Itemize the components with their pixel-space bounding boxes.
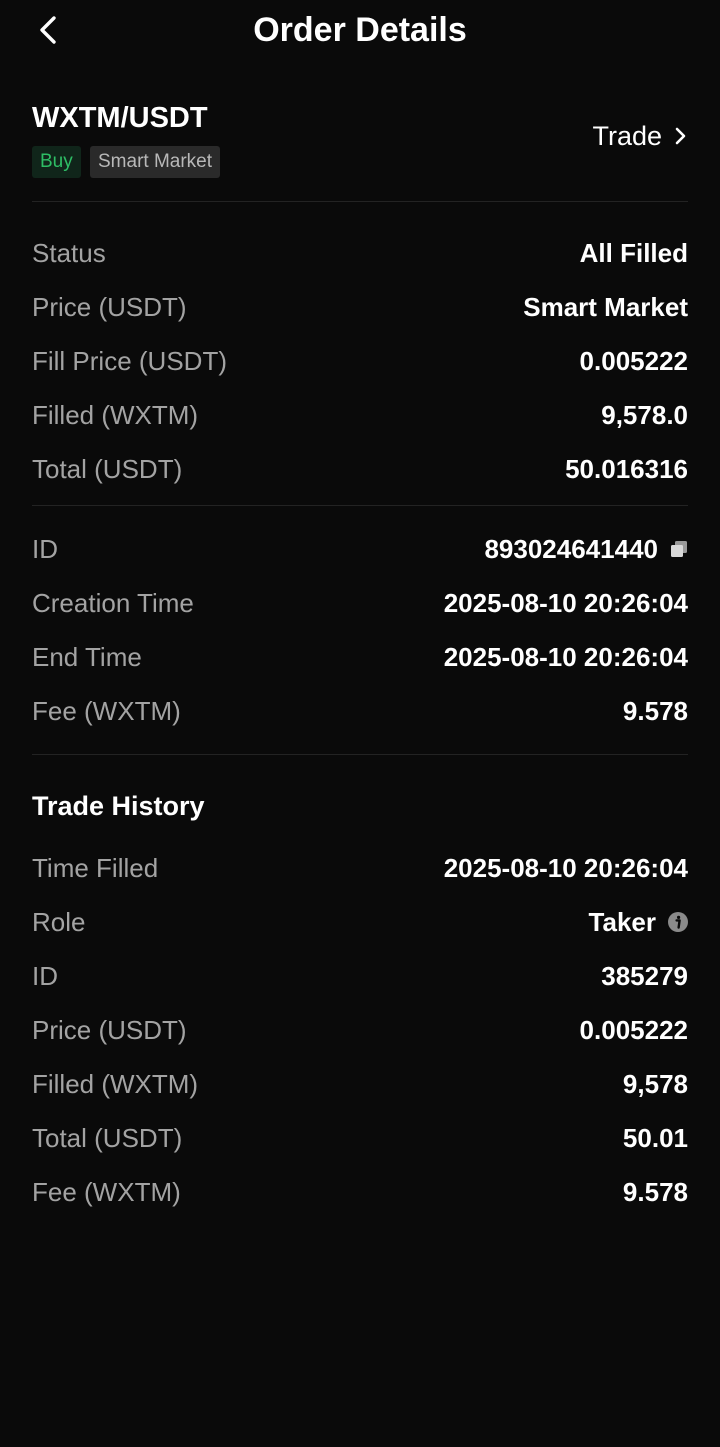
row-label: Time Filled [32,853,159,883]
row-label: Price (USDT) [32,292,187,322]
row-label: End Time [32,642,142,672]
info-icon[interactable] [668,912,688,932]
chevron-right-icon[interactable] [674,126,688,146]
row-label: Filled (WXTM) [32,1069,199,1099]
order-type-badge: Smart Market [90,146,221,178]
row-label: Total (USDT) [32,454,183,484]
trade-history-list: Time Filled 2025-08-10 20:26:04 Role Tak… [32,841,688,1219]
trade-link-label[interactable]: Trade [592,121,662,152]
summary-row-total: Total (USDT) 50.016316 [32,442,688,496]
row-value: 9,578.0 [601,400,688,430]
row-label: Price (USDT) [32,1015,187,1045]
summary-row-status: Status All Filled [32,226,688,280]
row-value: 9.578 [622,1177,688,1207]
info-row-id: ID 893024641440 [32,522,688,576]
row-value: 50.01 [622,1123,688,1153]
row-label: ID [32,961,58,991]
order-id-value: 893024641440 [484,534,658,564]
summary-row-fill-price: Fill Price (USDT) 0.005222 [32,334,688,388]
row-value: 9,578 [622,1069,688,1099]
row-label: Filled (WXTM) [32,400,199,430]
top-bar: Order Details [0,0,720,62]
row-label: Fee (WXTM) [32,696,181,726]
side-badge: Buy [32,146,81,178]
row-value: 0.005222 [579,1015,688,1045]
row-value: 0.005222 [579,346,688,376]
row-label: Total (USDT) [32,1123,183,1153]
trade-link[interactable]: Trade [592,118,688,154]
row-label: Fill Price (USDT) [32,346,227,376]
info-row-end-time: End Time 2025-08-10 20:26:04 [32,630,688,684]
page-title: Order Details [253,11,467,49]
row-value: 2025-08-10 20:26:04 [443,588,688,618]
order-summary: Status All Filled Price (USDT) Smart Mar… [32,226,688,506]
pair-header: WXTM/USDT Buy Smart Market Trade [32,96,688,202]
row-value: 893024641440 [484,533,688,565]
row-value: Smart Market [523,292,688,322]
history-row-fee: Fee (WXTM) 9.578 [32,1165,688,1219]
row-value: All Filled [579,238,688,268]
row-value: Taker [589,906,688,938]
history-row-role: Role Taker [32,895,688,949]
history-row-total: Total (USDT) 50.01 [32,1111,688,1165]
trade-history-title: Trade History [32,791,205,821]
row-value: 2025-08-10 20:26:04 [443,853,688,883]
order-info: ID 893024641440 Creation Time 2025-08-10… [32,522,688,755]
history-row-price: Price (USDT) 0.005222 [32,1003,688,1057]
copy-icon[interactable] [670,540,688,558]
history-row-filled: Filled (WXTM) 9,578 [32,1057,688,1111]
summary-row-filled: Filled (WXTM) 9,578.0 [32,388,688,442]
row-label: ID [32,534,58,564]
role-value: Taker [588,907,656,937]
row-label: Fee (WXTM) [32,1177,181,1207]
row-label: Status [32,238,106,268]
row-label: Role [32,907,86,937]
row-value: 2025-08-10 20:26:04 [443,642,688,672]
row-label: Creation Time [32,588,194,618]
row-value: 385279 [601,961,688,991]
summary-row-price: Price (USDT) Smart Market [32,280,688,334]
history-row-time-filled: Time Filled 2025-08-10 20:26:04 [32,841,688,895]
info-row-creation-time: Creation Time 2025-08-10 20:26:04 [32,576,688,630]
trading-pair-name: WXTM/USDT [32,102,208,134]
info-row-fee: Fee (WXTM) 9.578 [32,684,688,738]
history-row-id: ID 385279 [32,949,688,1003]
row-value: 50.016316 [565,454,688,484]
row-value: 9.578 [622,696,688,726]
